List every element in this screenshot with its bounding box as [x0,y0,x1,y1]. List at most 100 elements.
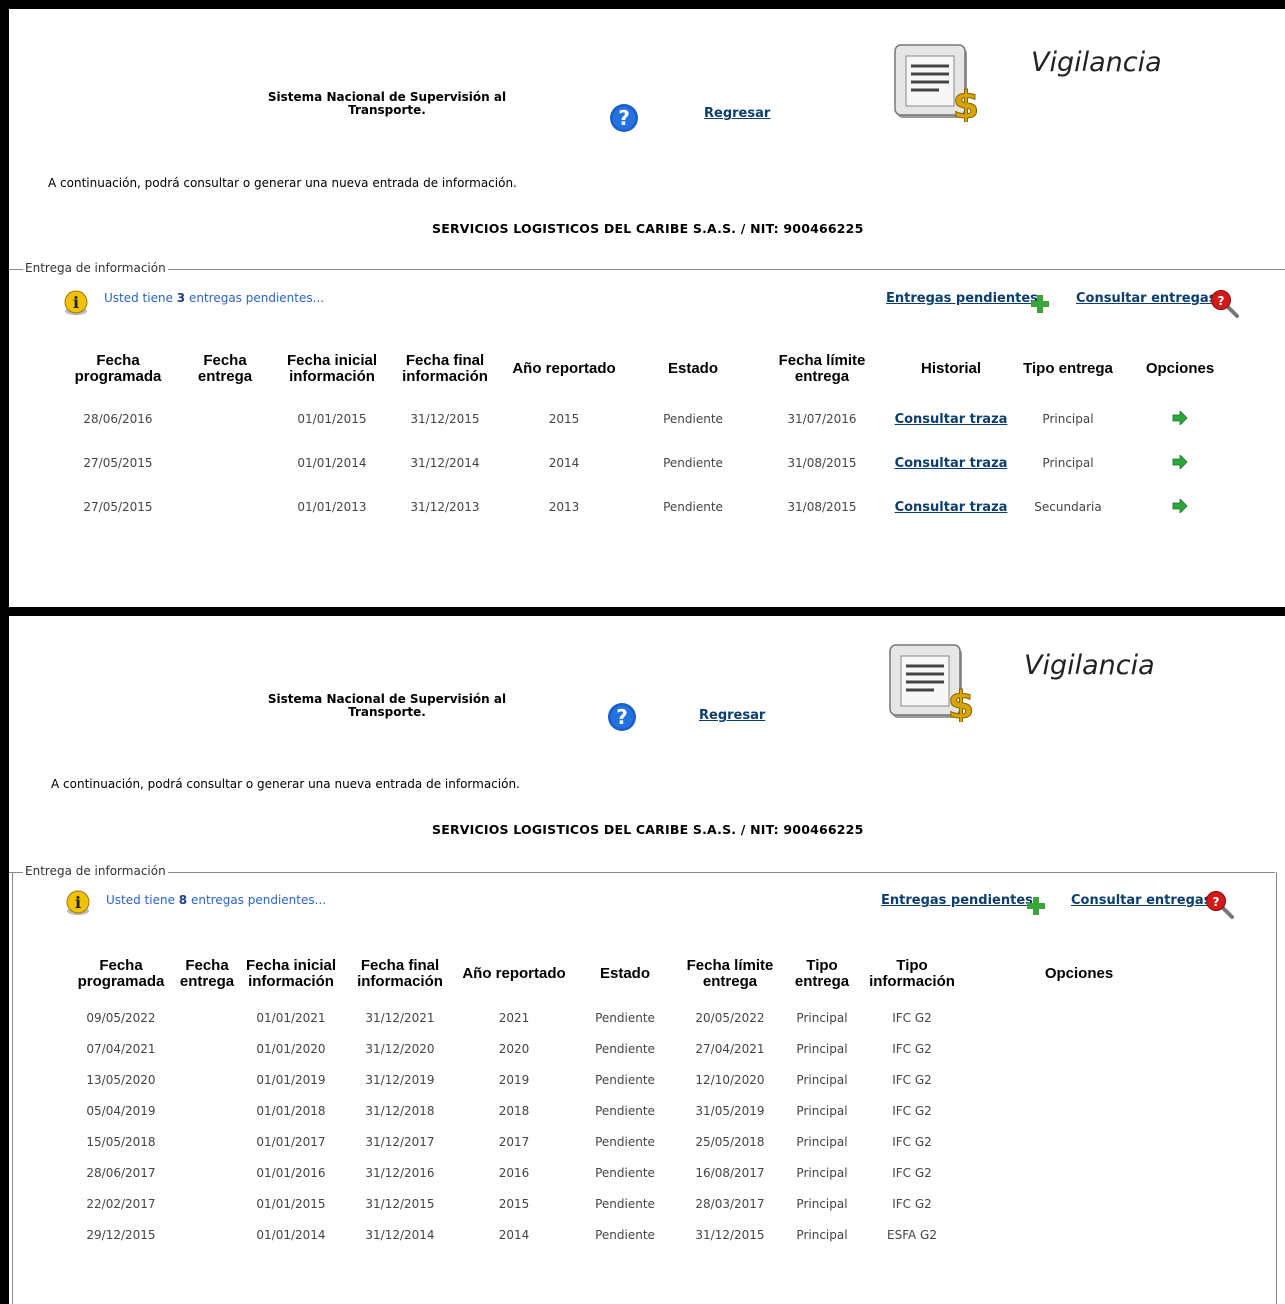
cell-start-date: 01/01/2015 [297,412,367,426]
cell-options [963,1157,1195,1188]
col-header: Fecha inicial información [245,957,337,990]
search-icon[interactable]: ? [1205,890,1235,920]
module-title: Vigilancia [1031,47,1162,78]
cell-year: 2021 [498,1010,530,1025]
cell-end-date: 31/12/2014 [365,1227,435,1242]
company-name: SERVICIOS LOGISTICOS DEL CARIBE S.A.S. /… [432,822,864,837]
cell-year: 2016 [498,1165,530,1180]
col-header: Tipo información [869,957,955,990]
col-header: Fecha final información [402,352,488,385]
svg-text:?: ? [1213,895,1220,909]
table-row: 22/02/2017 01/01/2015 31/12/2015 2015 Pe… [65,1188,1195,1219]
cell-delivery-type: Principal [796,1072,848,1087]
col-header: Fecha entrega [197,352,253,385]
cell-start-date: 01/01/2017 [256,1134,326,1149]
trace-link[interactable]: Consultar traza [895,412,1008,427]
cell-delivery-date [177,1064,237,1095]
cell-history: Consultar traza [887,397,1015,441]
col-header: Año reportado [462,965,566,982]
trace-link[interactable]: Consultar traza [895,456,1008,471]
cell-start-date: 01/01/2021 [256,1010,326,1025]
info-icon: i [66,890,90,915]
cell-deadline: 25/05/2018 [695,1134,765,1149]
fieldset-border [9,269,1285,270]
help-icon[interactable]: ? [607,702,637,732]
cell-info-type: IFC G2 [892,1041,932,1056]
cell-deadline: 31/08/2015 [787,500,857,514]
cell-year: 2015 [548,412,580,426]
table-row: 09/05/2022 01/01/2021 31/12/2021 2021 Pe… [65,1002,1195,1033]
table-header-row: Fecha programada Fecha entrega Fecha ini… [65,946,1195,1002]
cell-status: Pendiente [595,1041,655,1056]
col-header: Fecha límite entrega [778,352,866,385]
cell-deadline: 27/04/2021 [695,1041,765,1056]
search-icon[interactable]: ? [1210,289,1240,319]
cell-options [963,1126,1195,1157]
table-row: 28/06/2017 01/01/2016 31/12/2016 2016 Pe… [65,1157,1195,1188]
cell-year: 2014 [548,456,580,470]
cell-status: Pendiente [595,1010,655,1025]
arrow-right-icon[interactable] [1172,498,1188,513]
cell-deadline: 28/03/2017 [695,1196,765,1211]
deliveries-table: Fecha programada Fecha entrega Fecha ini… [59,341,1239,529]
plus-icon[interactable] [1031,295,1049,313]
table-row: 29/12/2015 01/01/2014 31/12/2014 2014 Pe… [65,1219,1195,1250]
cell-status: Pendiente [663,500,723,514]
cell-history: Consultar traza [887,441,1015,485]
cell-delivery-type: Principal [796,1196,848,1211]
cell-scheduled-date: 13/05/2020 [86,1072,156,1087]
cell-deadline: 12/10/2020 [695,1072,765,1087]
back-link[interactable]: Regresar [699,708,765,723]
trace-link[interactable]: Consultar traza [895,500,1008,515]
consult-deliveries-link[interactable]: Consultar entregas [1071,893,1211,908]
cell-start-date: 01/01/2019 [256,1072,326,1087]
cell-year: 2013 [548,500,580,514]
cell-info-type: IFC G2 [892,1134,932,1149]
cell-scheduled-date: 28/06/2016 [83,412,153,426]
table-row: 05/04/2019 01/01/2018 31/12/2018 2018 Pe… [65,1095,1195,1126]
cell-delivery-type: Principal [796,1134,848,1149]
cell-status: Pendiente [595,1165,655,1180]
cell-delivery-date [177,397,273,441]
system-title: Sistema Nacional de Supervisión al Trans… [267,90,507,117]
pending-notice: Usted tiene 3 entregas pendientes... [104,291,325,305]
cell-scheduled-date: 15/05/2018 [86,1134,156,1149]
cell-scheduled-date: 27/05/2015 [83,456,153,470]
screenshot-panel-1: Sistema Nacional de Supervisión al Trans… [9,9,1285,607]
table-row: 27/05/2015 01/01/2014 31/12/2014 2014 Pe… [59,441,1239,485]
pending-deliveries-link[interactable]: Entregas pendientes [881,893,1033,908]
fieldset-legend: Entrega de información [23,864,168,878]
fieldset-legend: Entrega de información [23,261,168,275]
svg-text:?: ? [1218,294,1225,308]
cell-scheduled-date: 09/05/2022 [86,1010,156,1025]
cell-year: 2015 [498,1196,530,1211]
arrow-right-icon[interactable] [1172,454,1188,469]
col-header: Fecha entrega [179,957,235,990]
col-header: Historial [920,360,981,377]
cell-scheduled-date: 05/04/2019 [86,1103,156,1118]
info-icon: i [64,290,88,315]
col-header: Fecha final información [357,957,443,990]
intro-text: A continuación, podrá consultar o genera… [51,777,520,791]
back-link[interactable]: Regresar [704,106,770,121]
col-header: Opciones [1145,360,1215,377]
cell-delivery-date [177,1095,237,1126]
cell-info-type: ESFA G2 [887,1227,937,1242]
cell-scheduled-date: 22/02/2017 [86,1196,156,1211]
system-title: Sistema Nacional de Supervisión al Trans… [267,692,507,719]
arrow-right-icon[interactable] [1172,410,1188,425]
help-icon[interactable]: ? [609,103,639,133]
pending-deliveries-link[interactable]: Entregas pendientes [886,291,1038,306]
document-dollar-icon: $ [889,644,975,722]
cell-end-date: 31/12/2013 [410,500,480,514]
cell-deadline: 31/07/2016 [787,412,857,426]
consult-deliveries-link[interactable]: Consultar entregas [1076,291,1216,306]
table-row: 15/05/2018 01/01/2017 31/12/2017 2017 Pe… [65,1126,1195,1157]
cell-history: Consultar traza [887,485,1015,529]
cell-status: Pendiente [663,456,723,470]
col-header: Tipo entrega [1023,360,1113,377]
plus-icon[interactable] [1027,897,1045,915]
svg-text:?: ? [616,705,628,729]
module-title: Vigilancia [1024,650,1155,681]
cell-delivery-type: Principal [1042,412,1094,426]
